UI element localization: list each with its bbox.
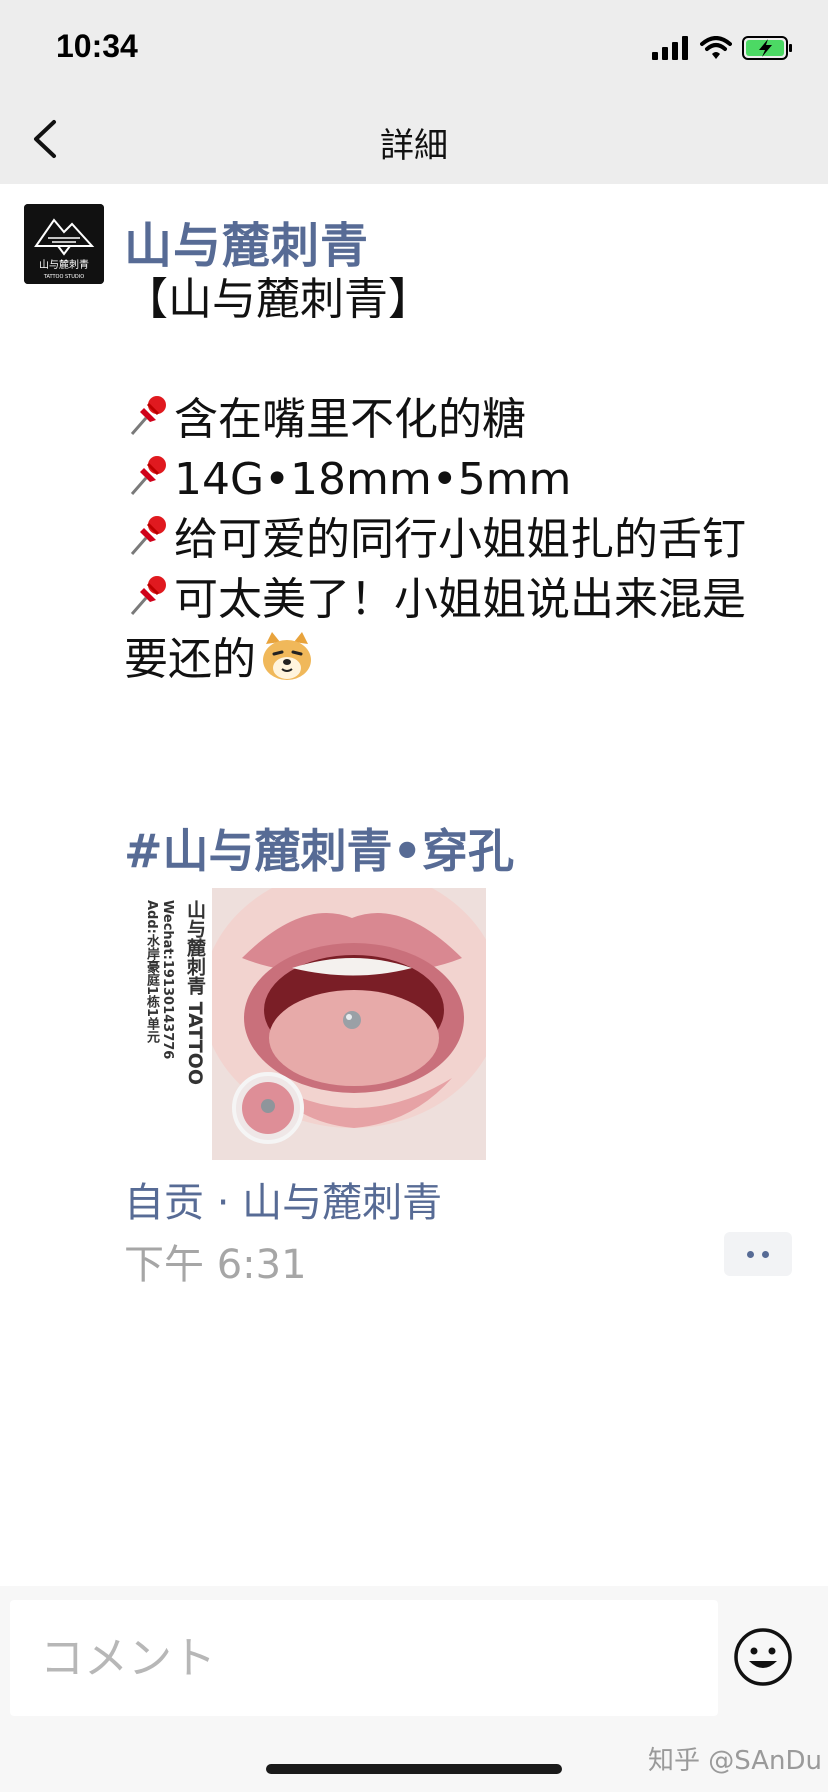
status-time: 10:34 (56, 28, 138, 64)
pushpin-icon (130, 576, 166, 615)
wifi-icon (700, 36, 732, 59)
post-text: 【山与麓刺青】 含在嘴里不化的糖 14G•18mm•5mm 给可爱的同行小姐姐扎… (124, 270, 784, 690)
svg-text:TATTOO STUDIO: TATTOO STUDIO (43, 274, 84, 280)
caption-title: 山与麓刺青 TATTOO (184, 900, 206, 1085)
author-name[interactable]: 山与麓刺青 (124, 206, 369, 276)
page-title: 詳細 (380, 126, 448, 166)
emoji-button[interactable] (732, 1626, 794, 1688)
post-image[interactable]: 山与麓刺青 TATTOO Wechat:19130143776 Add:水岸豪庭… (138, 888, 486, 1160)
home-indicator (266, 1764, 562, 1774)
dot-icon (762, 1250, 769, 1258)
watermark: 知乎 @SAnDu (648, 1746, 823, 1776)
post-line: 给可爱的同行小姐姐扎的舌钉 (124, 510, 784, 570)
location-link[interactable]: 自贡 · 山与麓刺青 (124, 1170, 442, 1228)
pushpin-icon (130, 396, 166, 435)
svg-text:山与麓刺青: 山与麓刺青 (39, 258, 89, 271)
tongue-piercing-photo (212, 888, 486, 1160)
post-line: 可太美了！小姐姐说出来混是要还的 (124, 574, 746, 685)
caption-wechat: Wechat:19130143776 (160, 900, 175, 1060)
post-line (124, 330, 784, 390)
comment-input[interactable] (10, 1600, 718, 1716)
signal-icon (652, 36, 688, 60)
smiley-icon (734, 1628, 792, 1686)
caption-address: Add:水岸豪庭1栋1单元 (144, 900, 159, 1043)
post-time: 下午 6:31 (124, 1242, 307, 1288)
studio-logo-icon: 山与麓刺青 TATTOO STUDIO (24, 204, 104, 284)
hashtag-link[interactable]: #山与麓刺青•穿孔 (124, 815, 514, 881)
author-avatar[interactable]: 山与麓刺青 TATTOO STUDIO (24, 204, 104, 284)
status-icons (652, 34, 794, 62)
doge-emoji-icon (263, 632, 311, 680)
image-caption: 山与麓刺青 TATTOO Wechat:19130143776 Add:水岸豪庭… (138, 888, 212, 1160)
pushpin-icon (130, 516, 166, 555)
post-line: 14G•18mm•5mm (124, 450, 784, 510)
more-actions-button[interactable] (724, 1232, 792, 1276)
post-line: 含在嘴里不化的糖 (124, 390, 784, 450)
pushpin-icon (130, 456, 166, 495)
battery-charging-icon (742, 36, 792, 60)
dot-icon (747, 1250, 754, 1258)
post-line: 【山与麓刺青】 (124, 274, 432, 325)
top-bar: 10:34 詳細 (0, 0, 828, 184)
